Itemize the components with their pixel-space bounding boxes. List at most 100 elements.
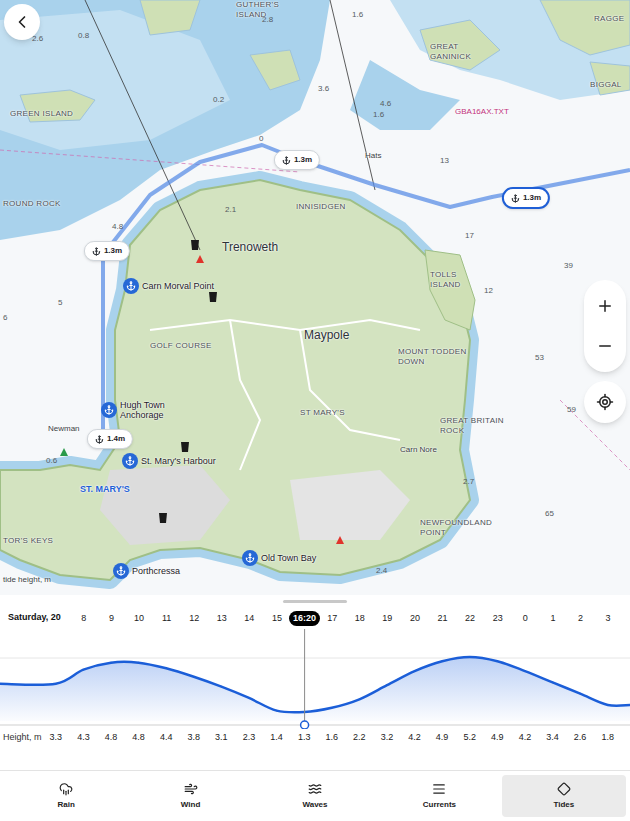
height-value: 4.3 — [70, 731, 98, 745]
hour-cell[interactable]: 18 — [346, 613, 374, 624]
depth-sounding: 2.7 — [463, 477, 474, 487]
hour-cell[interactable]: 19 — [374, 613, 402, 624]
hour-row: Saturday, 208910111213141516:20171819202… — [0, 607, 630, 629]
depth-sounding: 39 — [564, 261, 573, 271]
layer-tab[interactable]: Currents — [377, 775, 501, 817]
layer-icon — [432, 782, 446, 796]
hour-cell[interactable]: 22 — [456, 613, 484, 624]
tide-point — [441, 660, 443, 662]
anchorage-marker[interactable]: Carn Morval Point — [123, 278, 214, 294]
plus-icon — [596, 297, 614, 315]
depth-sounding: 2.1 — [225, 205, 236, 215]
zoom-in-button[interactable] — [585, 286, 625, 326]
depth-sounding: 5 — [58, 298, 62, 308]
layer-tab[interactable]: Tides — [502, 775, 626, 817]
app: 2.60.81.63.64.61.61317391253596554.82.12… — [0, 0, 630, 821]
tide-point — [579, 693, 581, 695]
tide-point — [55, 683, 57, 685]
locate-button[interactable] — [584, 381, 626, 423]
depth-sounding: 1.6 — [373, 110, 384, 120]
depth-sounding: 0.6 — [46, 456, 57, 466]
anchorage-marker[interactable]: Hugh Town Anchorage — [101, 400, 182, 420]
route-line[interactable] — [103, 145, 630, 430]
depth-badge[interactable]: 1.4m — [87, 429, 133, 449]
depth-badge[interactable]: 1.3m — [502, 187, 550, 209]
depth-sounding: 0.8 — [78, 31, 89, 41]
hour-cell[interactable]: 23 — [484, 613, 512, 624]
hour-cell[interactable]: 15 — [263, 613, 291, 624]
tide-point — [552, 682, 554, 684]
height-value: 4.9 — [428, 731, 456, 745]
map-label: Trenoweth — [222, 240, 278, 254]
hour-cell[interactable]: 11 — [153, 613, 181, 624]
tide-chart[interactable] — [0, 629, 630, 729]
map-label: MOUNT TODDEN DOWN — [398, 347, 476, 367]
hour-cell[interactable]: 10 — [125, 613, 153, 624]
minus-icon — [596, 337, 614, 355]
hour-cell[interactable]: 17 — [318, 613, 346, 624]
tide-point — [221, 686, 223, 688]
depth-badge[interactable]: 1.3m — [84, 241, 130, 261]
hour-cell[interactable]: 14 — [236, 613, 264, 624]
hour-cell[interactable]: 2 — [567, 613, 595, 624]
back-button[interactable] — [4, 4, 40, 40]
map[interactable]: 2.60.81.63.64.61.61317391253596554.82.12… — [0, 0, 630, 595]
height-value: 4.8 — [125, 731, 153, 745]
tide-point — [386, 684, 388, 686]
locate-icon — [596, 393, 614, 411]
map-label: Hats — [365, 151, 381, 161]
height-value: 1.6 — [318, 731, 346, 745]
zoom-control — [584, 280, 626, 372]
tide-point — [83, 669, 85, 671]
axis-label: Height, m — [0, 731, 42, 745]
depth-sounding: 4.6 — [380, 99, 391, 109]
tide-point — [248, 697, 250, 699]
hour-cell[interactable]: 0 — [512, 613, 540, 624]
layer-icon — [308, 782, 322, 796]
layer-tab[interactable]: Rain — [4, 775, 128, 817]
depth-sounding: 4.8 — [112, 222, 123, 232]
tide-point — [469, 656, 471, 658]
hour-cell[interactable]: 21 — [429, 613, 457, 624]
depth-sounding: 59 — [567, 405, 576, 415]
depth-sounding: 0.2 — [213, 95, 224, 105]
depth-sounding: 53 — [535, 353, 544, 363]
forecast-panel: Saturday, 208910111213141516:20171819202… — [0, 595, 630, 821]
time-cursor[interactable] — [304, 629, 305, 729]
depth-sounding: 17 — [465, 231, 474, 241]
tide-point — [607, 704, 609, 706]
tide-point — [193, 676, 195, 678]
anchorage-marker[interactable]: Porthcressa — [113, 563, 180, 579]
hour-cell[interactable]: 1 — [539, 613, 567, 624]
height-value: 3.3 — [42, 731, 70, 745]
anchor-icon — [511, 194, 520, 203]
hour-cell[interactable]: 9 — [98, 613, 126, 624]
layer-tab[interactable]: Waves — [253, 775, 377, 817]
anchor-icon — [242, 550, 258, 566]
hour-cell[interactable]: 12 — [180, 613, 208, 624]
time-handle[interactable] — [301, 721, 309, 729]
layer-tab[interactable]: Wind — [128, 775, 252, 817]
anchorage-marker[interactable]: Old Town Bay — [242, 550, 316, 566]
height-value: 2.3 — [235, 731, 263, 745]
drag-handle[interactable] — [0, 595, 630, 607]
height-value: 4.9 — [484, 731, 512, 745]
hour-cell[interactable]: 8 — [70, 613, 98, 624]
map-label: BIGGAL — [590, 80, 622, 90]
map-label: ROUND ROCK — [3, 199, 61, 209]
anchorage-marker[interactable]: St. Mary's Harbour — [122, 453, 216, 469]
height-value: 3.2 — [373, 731, 401, 745]
map-label: Maypole — [304, 328, 349, 342]
hour-cell[interactable]: 16:20 — [291, 611, 319, 626]
depth-badge[interactable]: 1.3m — [274, 150, 320, 170]
zoom-out-button[interactable] — [585, 326, 625, 366]
hour-cell[interactable]: 20 — [401, 613, 429, 624]
hour-cell[interactable]: 3 — [594, 613, 622, 624]
layer-icon — [557, 782, 571, 796]
height-value: 3.1 — [208, 731, 236, 745]
map-label: GUTHER'S ISLAND — [236, 0, 288, 20]
nautical-chart[interactable] — [0, 0, 630, 595]
tide-point — [359, 699, 361, 701]
layer-icon — [59, 782, 73, 796]
hour-cell[interactable]: 13 — [208, 613, 236, 624]
